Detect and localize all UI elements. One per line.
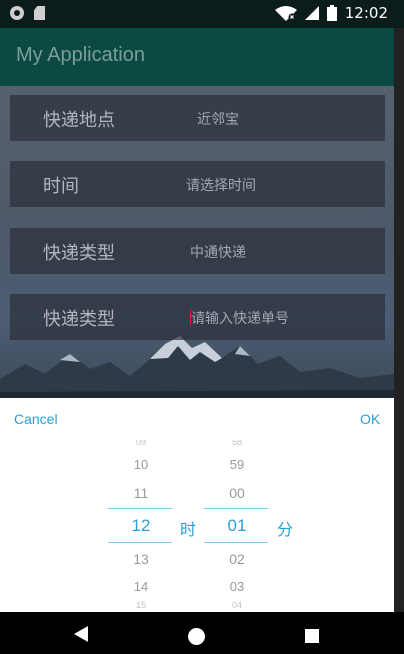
ok-button[interactable]: OK — [360, 411, 380, 427]
location-label: 快递地点 — [43, 110, 115, 131]
scrim-edge — [394, 28, 404, 612]
battery-icon — [326, 5, 337, 21]
time-label: 时间 — [43, 176, 79, 197]
selection-line — [108, 508, 172, 509]
minute-unit-label: 分 — [277, 520, 294, 539]
wheel-item: 10 — [133, 457, 149, 472]
recent-apps-icon[interactable] — [305, 629, 319, 643]
cancel-button[interactable]: Cancel — [14, 411, 58, 427]
app-title: My Application — [16, 44, 145, 66]
time-picker-dialog: Cancel OK 09 10 11 12 13 14 15 时 58 59 0… — [0, 398, 394, 612]
selection-line — [204, 542, 268, 543]
wheel-item: 14 — [133, 579, 149, 594]
wheel-item: 02 — [229, 551, 245, 567]
hour-selected: 12 — [131, 516, 151, 535]
form-row-tracking-number[interactable]: 快递类型 请输入快递单号 — [10, 294, 385, 340]
courier-type-label: 快递类型 — [43, 243, 115, 264]
status-time: 12:02 — [344, 4, 388, 22]
mountain-illustration — [0, 336, 394, 398]
status-bar: 12:02 — [0, 0, 404, 28]
wheel-item: 04 — [231, 601, 242, 609]
courier-type-value[interactable]: 中通快递 — [190, 242, 246, 262]
wheel-item: 09 — [135, 440, 146, 447]
wheel-item: 13 — [133, 551, 149, 567]
time-value[interactable]: 请选择时间 — [186, 175, 256, 195]
wheel-item: 03 — [229, 579, 245, 594]
form-row-location[interactable]: 快递地点 近邻宝 — [10, 95, 385, 141]
hour-unit-label: 时 — [180, 520, 197, 539]
back-icon[interactable] — [74, 626, 88, 642]
selection-line — [108, 542, 172, 543]
wheel-item: 59 — [229, 457, 245, 472]
home-icon[interactable] — [188, 628, 205, 645]
wifi-icon — [274, 6, 297, 21]
wheel-item: 58 — [231, 440, 242, 447]
wheel-item: 00 — [229, 485, 245, 501]
tracking-label: 快递类型 — [43, 309, 115, 330]
location-value[interactable]: 近邻宝 — [197, 109, 239, 129]
notification-dot-icon — [10, 6, 24, 20]
wheel-item: 11 — [133, 485, 149, 501]
minute-selected: 01 — [227, 516, 247, 535]
app-bar: My Application — [0, 28, 404, 86]
signal-icon — [304, 6, 319, 20]
form-row-time[interactable]: 时间 请选择时间 — [10, 161, 385, 207]
sd-card-icon — [34, 6, 45, 20]
navigation-bar — [0, 612, 404, 654]
selection-line — [204, 508, 268, 509]
tracking-number-input[interactable]: 请输入快递单号 — [191, 308, 289, 328]
wheel-item: 15 — [135, 601, 146, 609]
form-row-courier-type[interactable]: 快递类型 中通快递 — [10, 228, 385, 274]
